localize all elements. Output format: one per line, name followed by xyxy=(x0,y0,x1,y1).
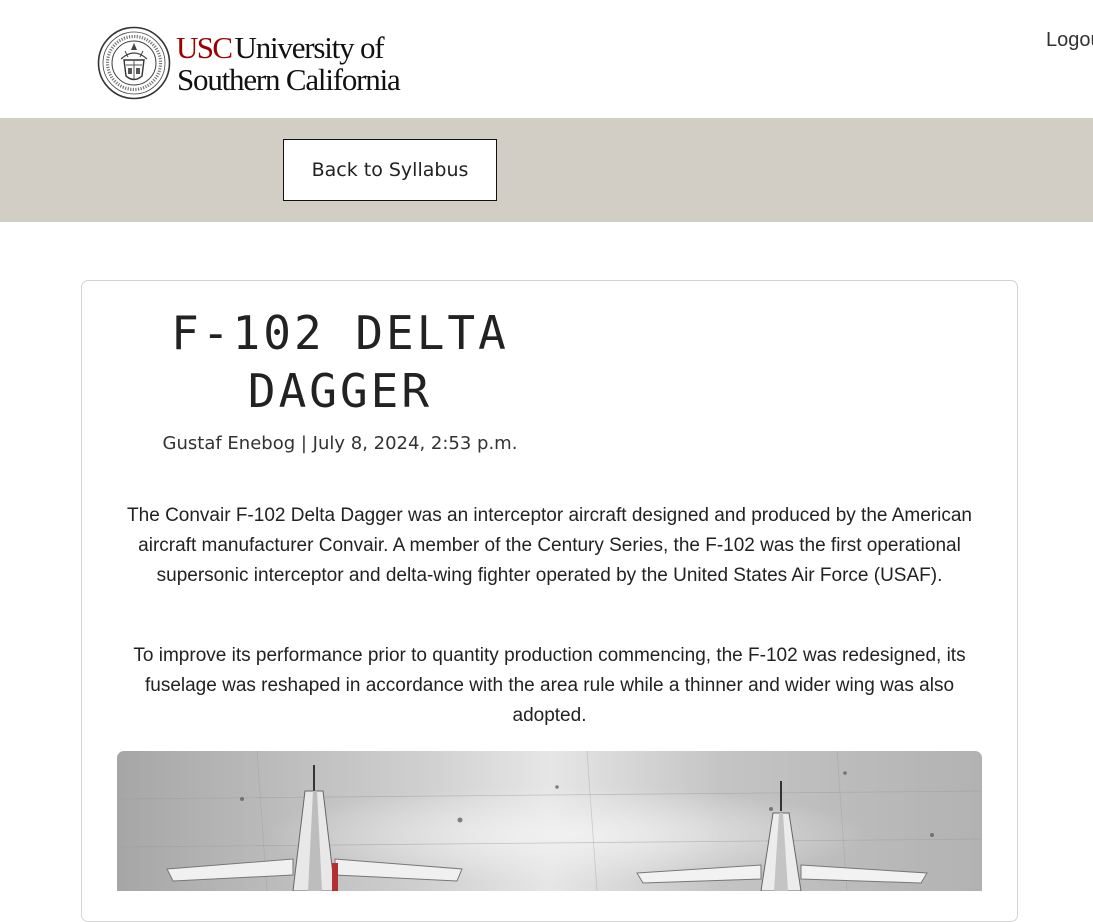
aircraft-photo xyxy=(117,751,982,891)
post-title: F-102 DELTA DAGGER xyxy=(171,306,509,418)
post-paragraph: To improve its performance prior to quan… xyxy=(133,645,966,726)
site-header: USCUniversity of Southern California Log… xyxy=(0,0,1093,118)
logo-wordmark-line1: USCUniversity of xyxy=(176,30,385,65)
post-paragraph: The Convair F-102 Delta Dagger was an in… xyxy=(127,505,972,586)
logo-university-of: University of xyxy=(234,30,385,65)
logout-link[interactable]: Logout xyxy=(1046,29,1093,52)
post-meta: Gustaf Enebog | July 8, 2024, 2:53 p.m. xyxy=(162,433,518,454)
logo-wordmark-line2: Southern California xyxy=(177,62,401,97)
navigation-band xyxy=(0,118,1093,222)
usc-seal-icon xyxy=(97,26,171,100)
usc-logo[interactable]: USCUniversity of Southern California xyxy=(97,26,427,102)
logo-usc: USC xyxy=(176,30,233,65)
back-to-syllabus-button[interactable]: Back to Syllabus xyxy=(283,139,497,201)
